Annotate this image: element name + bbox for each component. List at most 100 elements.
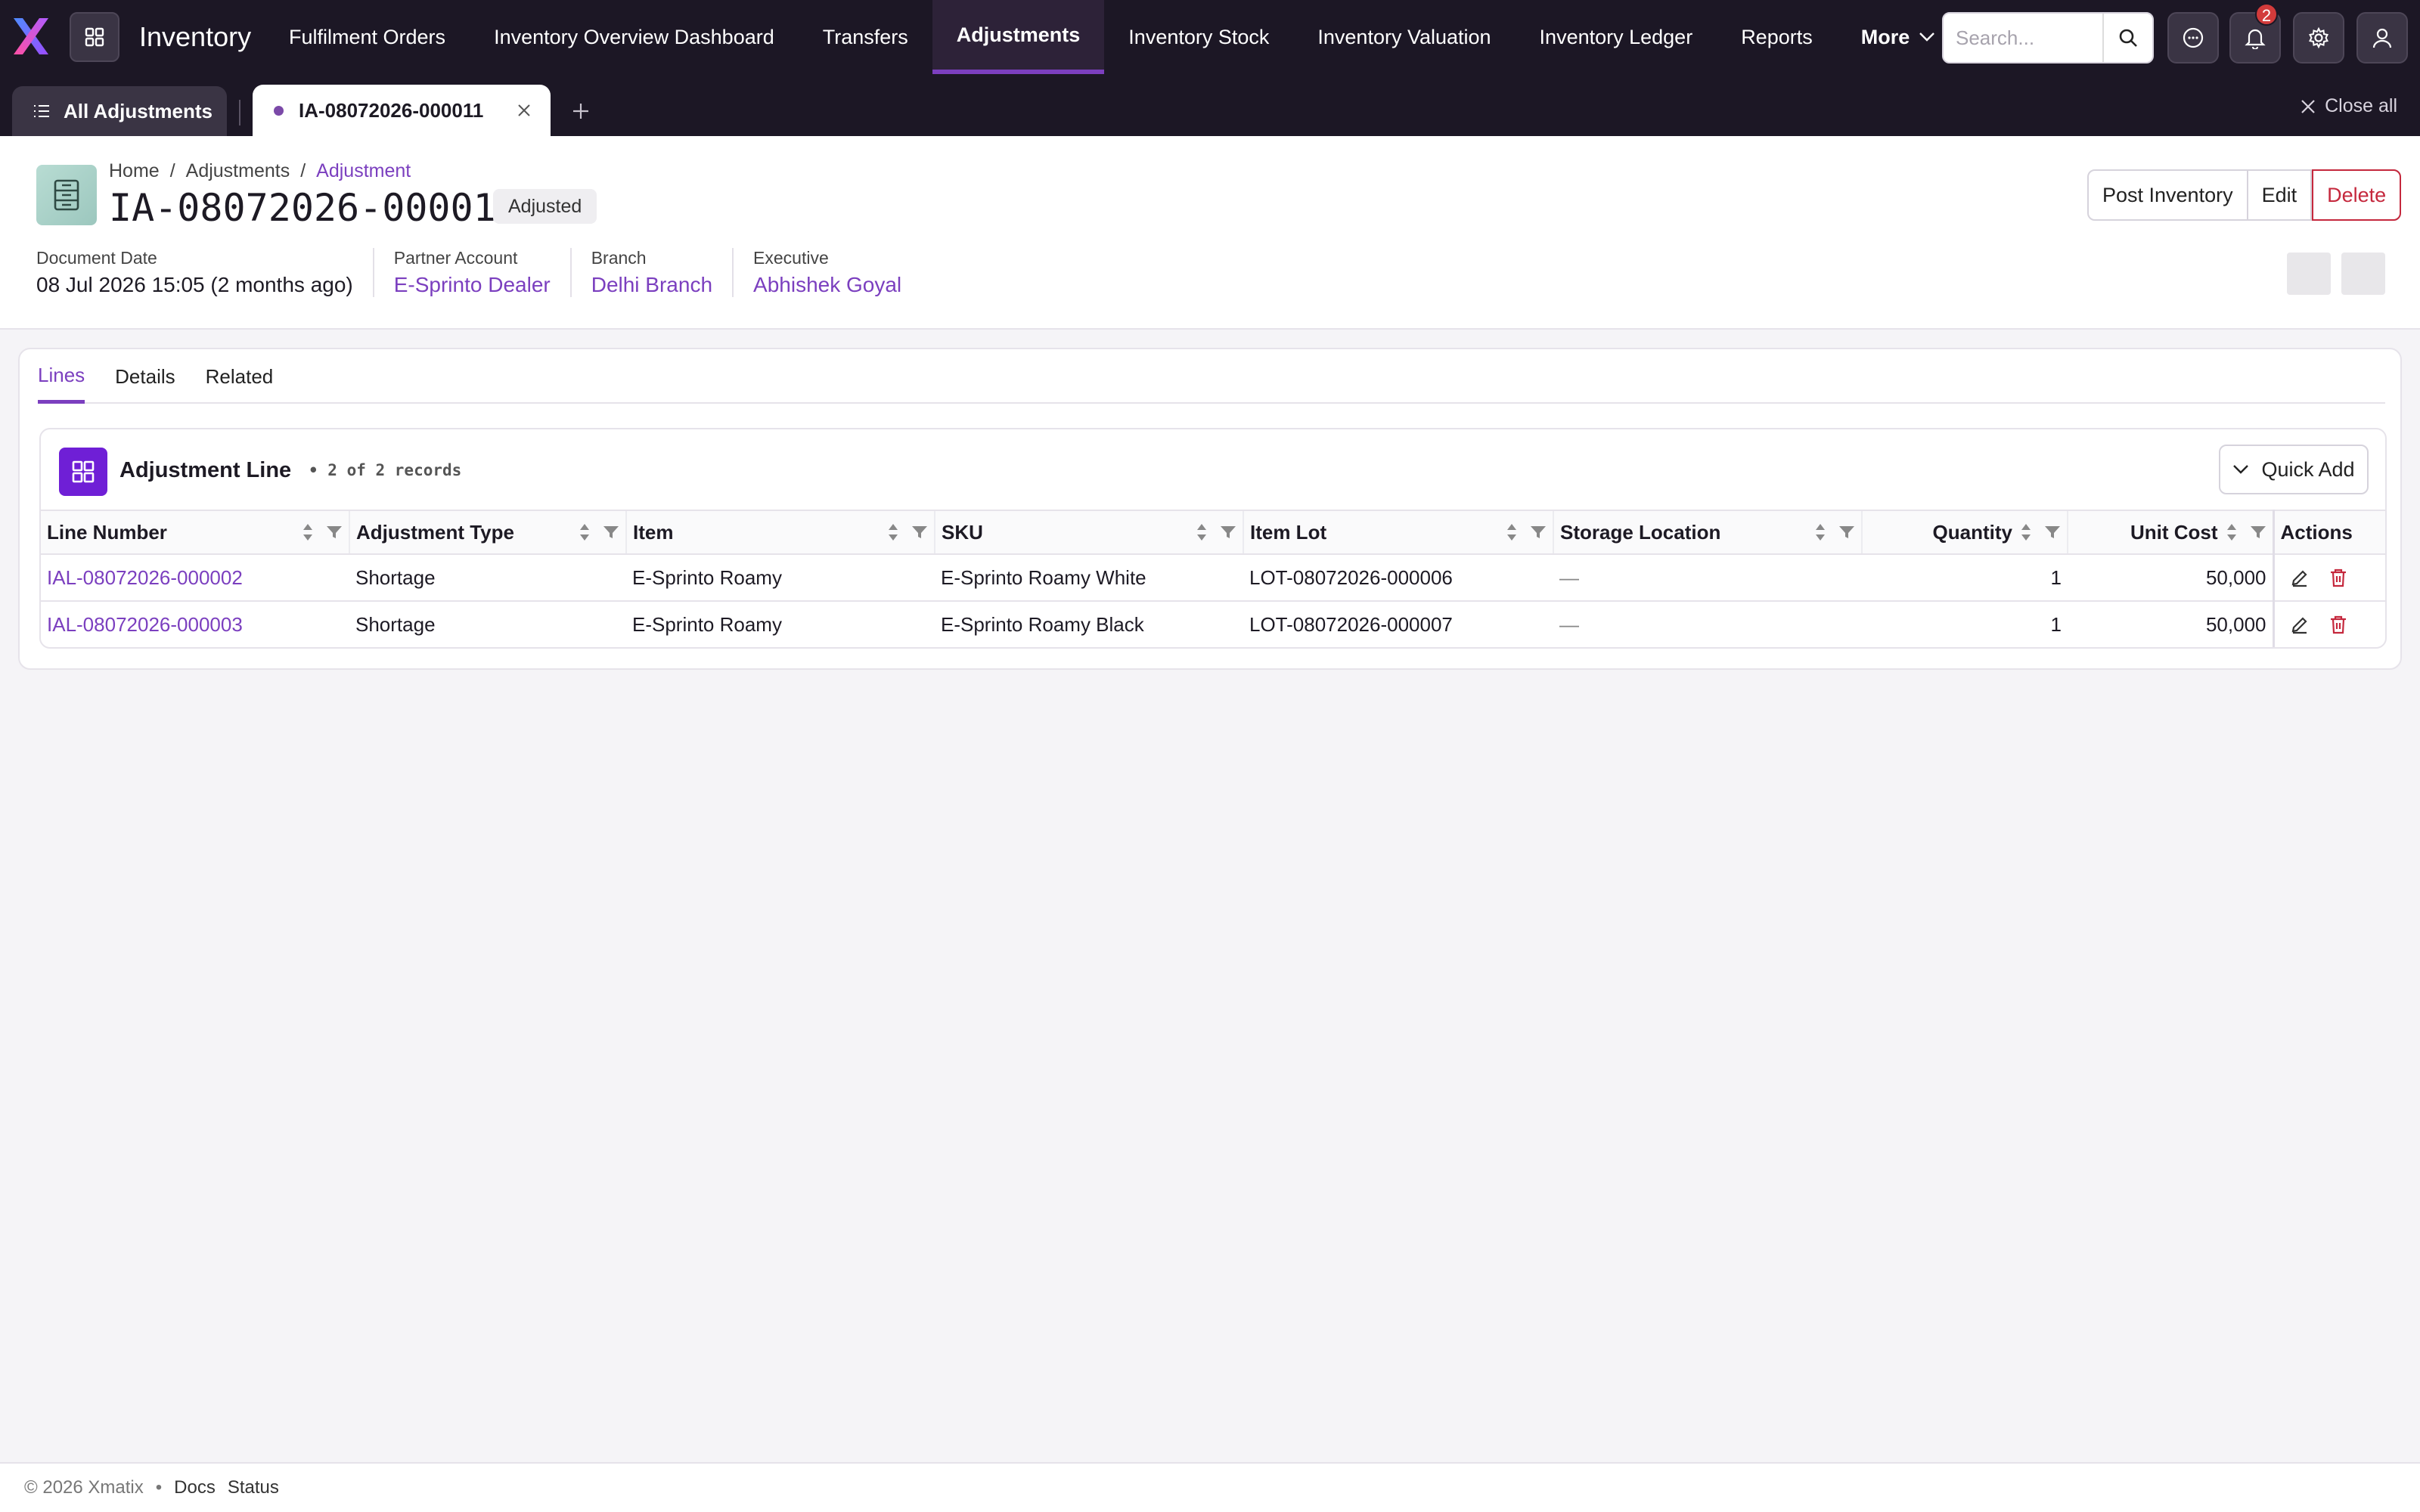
sort-icon[interactable]	[2020, 522, 2032, 542]
tab-divider	[239, 100, 240, 125]
footer-status-link[interactable]: Status	[228, 1477, 279, 1498]
search-input[interactable]	[1944, 14, 2102, 62]
add-tab-icon[interactable]	[572, 95, 590, 125]
filter-icon[interactable]	[2250, 525, 2266, 540]
notification-count-badge: 2	[2255, 3, 2278, 26]
sort-icon[interactable]	[2226, 522, 2238, 542]
nav-transfers[interactable]: Transfers	[799, 0, 932, 74]
column-header-actions: Actions	[2272, 510, 2385, 555]
nav-inventory-stock[interactable]: Inventory Stock	[1104, 0, 1293, 74]
cell-unit-cost: 50,000	[2068, 554, 2273, 602]
status-badge: Adjusted	[493, 189, 597, 224]
document-header: Home / Adjustments / Adjustment IA-08072…	[0, 136, 2420, 330]
meta-label: Executive	[753, 248, 829, 268]
sort-icon[interactable]	[1196, 522, 1208, 542]
delete-button[interactable]: Delete	[2312, 169, 2402, 221]
search-button[interactable]	[2102, 14, 2152, 62]
close-all-label: Close all	[2325, 95, 2397, 116]
column-header-label: Line Number	[47, 520, 167, 544]
nav-inventory-valuation[interactable]: Inventory Valuation	[1293, 0, 1515, 74]
cell-sku: E-Sprinto Roamy White	[935, 554, 1243, 602]
edit-pencil-icon[interactable]	[2290, 568, 2310, 587]
sort-icon[interactable]	[1506, 522, 1518, 542]
tab-all-adjustments-label: All Adjustments	[64, 99, 213, 122]
nav-fulfilment-orders[interactable]: Fulfilment Orders	[265, 0, 470, 74]
column-header-item[interactable]: Item	[625, 510, 935, 555]
column-header-label: Actions	[2280, 520, 2353, 544]
filter-icon[interactable]	[1530, 525, 1547, 540]
column-header-line-number[interactable]: Line Number	[41, 510, 349, 555]
tab-open-document[interactable]: IA-08072026-000011	[253, 85, 551, 136]
column-header-storage-location[interactable]: Storage Location	[1553, 510, 1862, 555]
post-inventory-button[interactable]: Post Inventory	[2089, 171, 2248, 219]
edit-button[interactable]: Edit	[2248, 171, 2313, 219]
sort-icon[interactable]	[302, 522, 314, 542]
column-header-adjustment-type[interactable]: Adjustment Type	[349, 510, 626, 555]
sort-icon[interactable]	[1814, 522, 1826, 542]
adjustment-document-icon	[36, 165, 97, 225]
tab-all-adjustments[interactable]: All Adjustments	[12, 86, 227, 136]
table-row: IAL-08072026-000002 Shortage E-Sprinto R…	[41, 554, 2385, 602]
cell-quantity: 1	[1862, 554, 2068, 602]
filter-icon[interactable]	[911, 525, 928, 540]
xmatix-logo-icon[interactable]	[11, 17, 51, 56]
bell-icon	[2245, 29, 2266, 49]
nav-inventory-ledger[interactable]: Inventory Ledger	[1516, 0, 1717, 74]
cell-sku: E-Sprinto Roamy Black	[935, 601, 1243, 647]
document-actions: Post Inventory Edit Delete	[2087, 169, 2402, 221]
settings-button[interactable]	[2293, 12, 2344, 64]
meta-label: Branch	[591, 248, 647, 268]
column-header-label: SKU	[942, 520, 983, 544]
filter-icon[interactable]	[1220, 525, 1236, 540]
column-header-label: Item	[633, 520, 674, 544]
tab-lines[interactable]: Lines	[38, 349, 85, 404]
column-header-sku[interactable]: SKU	[934, 510, 1243, 555]
line-number-link[interactable]: IAL-08072026-000002	[41, 554, 349, 602]
main-nav: Fulfilment Orders Inventory Overview Das…	[265, 0, 1959, 74]
adjustment-lines-table: Line Number Adjustment Type Item SKU Ite…	[41, 510, 2385, 647]
nav-adjustments[interactable]: Adjustments	[932, 0, 1105, 74]
notifications-button[interactable]: 2	[2229, 3, 2281, 64]
column-header-quantity[interactable]: Quantity	[1861, 510, 2068, 555]
trash-icon[interactable]	[2329, 568, 2347, 587]
column-header-item-lot[interactable]: Item Lot	[1243, 510, 1553, 555]
nav-reports[interactable]: Reports	[1717, 0, 1837, 74]
filter-icon[interactable]	[603, 525, 619, 540]
cell-item-lot: LOT-08072026-000007	[1243, 601, 1553, 647]
nav-inventory-overview-dashboard[interactable]: Inventory Overview Dashboard	[470, 0, 799, 74]
branch-link[interactable]: Delhi Branch	[591, 273, 712, 297]
partner-account-link[interactable]: E-Sprinto Dealer	[394, 273, 551, 297]
meta-executive: Executive Abhishek Goyal	[732, 248, 921, 297]
column-header-unit-cost[interactable]: Unit Cost	[2067, 510, 2273, 555]
filter-icon[interactable]	[2044, 525, 2061, 540]
executive-link[interactable]: Abhishek Goyal	[753, 273, 901, 297]
cell-adjustment-type: Shortage	[349, 554, 626, 602]
tab-related[interactable]: Related	[206, 349, 274, 404]
cell-actions	[2272, 554, 2385, 602]
breadcrumb-adjustments[interactable]: Adjustments	[186, 160, 290, 182]
column-header-label: Unit Cost	[2130, 520, 2218, 544]
meta-label: Partner Account	[393, 248, 518, 268]
filter-icon[interactable]	[1838, 525, 1855, 540]
quick-add-button[interactable]: Quick Add	[2219, 445, 2369, 494]
close-all-tabs-button[interactable]: Close all	[2301, 95, 2397, 117]
breadcrumb-home[interactable]: Home	[109, 160, 160, 182]
close-tab-icon[interactable]	[517, 98, 531, 123]
line-number-link[interactable]: IAL-08072026-000003	[41, 601, 349, 647]
trash-icon[interactable]	[2329, 615, 2347, 634]
tab-details[interactable]: Details	[115, 349, 175, 404]
placeholder-button[interactable]	[2341, 253, 2385, 295]
chat-button[interactable]	[2167, 12, 2219, 64]
sort-icon[interactable]	[579, 522, 591, 542]
user-profile-button[interactable]	[2356, 12, 2408, 64]
nav-more-menu[interactable]: More	[1837, 0, 1960, 74]
placeholder-button[interactable]	[2287, 253, 2331, 295]
edit-pencil-icon[interactable]	[2290, 615, 2310, 634]
record-count: • 2 of 2 records	[309, 461, 462, 479]
sort-icon[interactable]	[887, 522, 899, 542]
footer-docs-link[interactable]: Docs	[174, 1477, 216, 1498]
chevron-down-icon	[1919, 33, 1935, 42]
filter-icon[interactable]	[326, 525, 343, 540]
app-switcher-button[interactable]	[70, 12, 119, 62]
nav-more-label: More	[1860, 26, 1910, 48]
